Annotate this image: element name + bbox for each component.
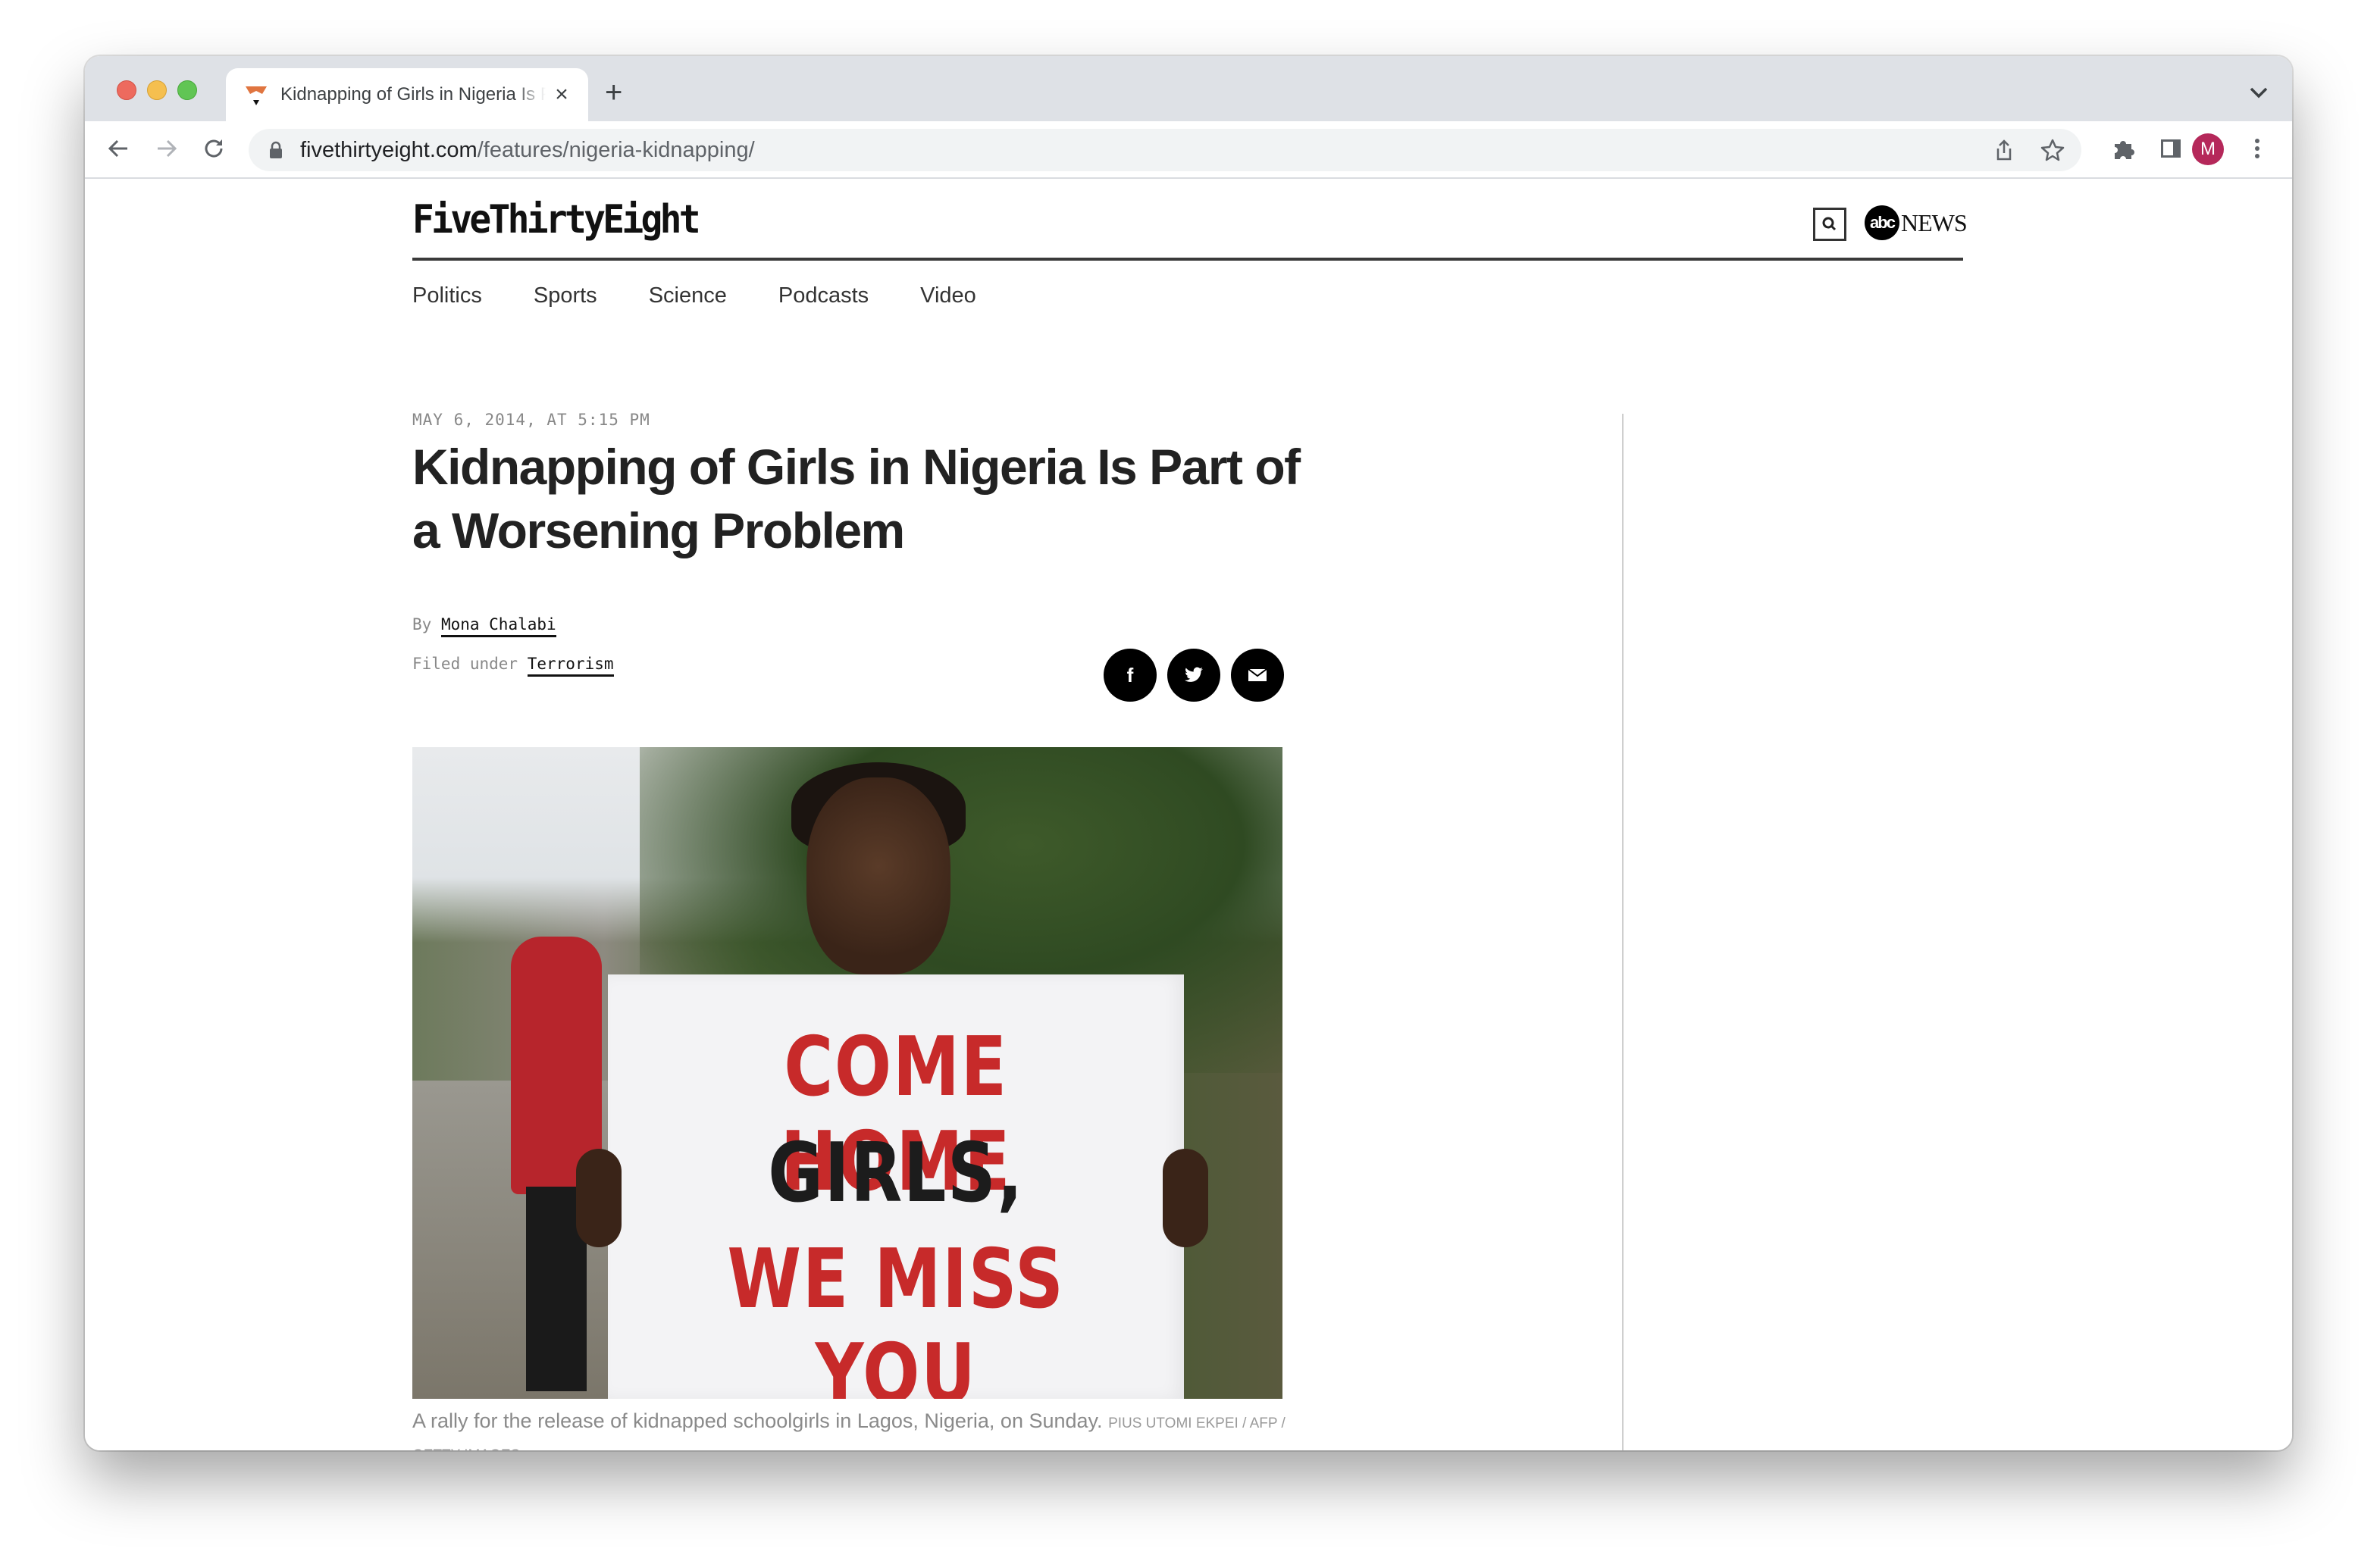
site-logo[interactable]: FiveThirtyEight (412, 197, 701, 242)
forward-arrow-icon[interactable] (153, 135, 180, 162)
browser-toolbar: fivethirtyeight.com/features/nigeria-kid… (85, 121, 2292, 179)
facebook-icon: f (1126, 663, 1134, 687)
search-icon (1822, 217, 1837, 231)
share-twitter-button[interactable] (1167, 649, 1220, 702)
filed-prefix: Filed under (412, 655, 518, 673)
abc-circle-logo: abc (1865, 205, 1899, 240)
url-text[interactable]: fivethirtyeight.com/features/nigeria-kid… (300, 138, 755, 162)
minimize-window-button[interactable] (147, 80, 167, 100)
more-menu-icon[interactable] (2244, 135, 2271, 162)
abc-news-logo[interactable]: abc NEWS (1865, 205, 1968, 241)
share-icon[interactable] (1992, 138, 2016, 162)
email-icon (1248, 668, 1267, 681)
site-search-button[interactable] (1813, 208, 1846, 241)
bookmark-star-icon[interactable] (2040, 138, 2065, 162)
nav-politics[interactable]: Politics (412, 283, 482, 308)
maximize-window-button[interactable] (177, 80, 197, 100)
share-facebook-button[interactable]: f (1104, 649, 1157, 702)
photo-caption: A rally for the release of kidnapped sch… (412, 1406, 1292, 1450)
sign-line-2: GIRLS, (768, 1126, 1024, 1221)
abc-news-wordmark: NEWS (1901, 208, 1968, 236)
profile-avatar[interactable]: M (2192, 133, 2224, 165)
nav-podcasts[interactable]: Podcasts (778, 283, 869, 308)
address-bar[interactable]: fivethirtyeight.com/features/nigeria-kid… (249, 129, 2081, 171)
tab-search-chevron-icon[interactable] (2248, 85, 2269, 100)
article-date: MAY 6, 2014, AT 5:15 PM (412, 411, 650, 429)
new-tab-button[interactable]: + (605, 77, 622, 108)
article-photo: COME HOME GIRLS, WE MISS YOU (412, 747, 1282, 1399)
browser-window: Kidnapping of Girls in Nigeria Is Part o… (85, 56, 2292, 1450)
caption-text: A rally for the release of kidnapped sch… (412, 1409, 1103, 1432)
filed-under: Filed under Terrorism (412, 655, 614, 677)
sidebar-divider (1622, 414, 1624, 1450)
share-email-button[interactable] (1231, 649, 1284, 702)
reload-icon[interactable] (200, 135, 227, 162)
url-host: fivethirtyeight.com (300, 138, 478, 162)
page-content: FiveThirtyEight abc NEWS Politics Sports… (85, 179, 2292, 1450)
tab-title: Kidnapping of Girls in Nigeria Is Part o… (280, 84, 546, 105)
tab-strip: Kidnapping of Girls in Nigeria Is Part o… (85, 56, 2292, 121)
close-tab-icon[interactable]: × (549, 82, 575, 108)
extensions-puzzle-icon[interactable] (2110, 135, 2137, 162)
active-tab[interactable]: Kidnapping of Girls in Nigeria Is Part o… (226, 68, 588, 121)
back-arrow-icon[interactable] (105, 135, 132, 162)
topic-link[interactable]: Terrorism (527, 655, 614, 677)
fivethirtyeight-favicon-icon (246, 86, 267, 105)
nav-video[interactable]: Video (920, 283, 976, 308)
side-panel-icon[interactable] (2157, 135, 2184, 162)
header-rule (412, 258, 1963, 261)
close-window-button[interactable] (117, 80, 136, 100)
nav-science[interactable]: Science (649, 283, 727, 308)
protest-sign: COME HOME GIRLS, WE MISS YOU (608, 974, 1184, 1399)
lock-icon[interactable] (268, 141, 283, 159)
sign-line-3: WE MISS YOU (727, 1232, 1065, 1399)
twitter-icon (1185, 667, 1203, 682)
byline-prefix: By (412, 615, 432, 633)
article-headline: Kidnapping of Girls in Nigeria Is Part o… (412, 439, 1301, 558)
byline: By Mona Chalabi (412, 615, 556, 637)
author-link[interactable]: Mona Chalabi (440, 615, 556, 637)
nav-sports[interactable]: Sports (534, 283, 597, 308)
url-path: /features/nigeria-kidnapping/ (477, 138, 755, 162)
site-nav: Politics Sports Science Podcasts Video (412, 283, 1028, 308)
